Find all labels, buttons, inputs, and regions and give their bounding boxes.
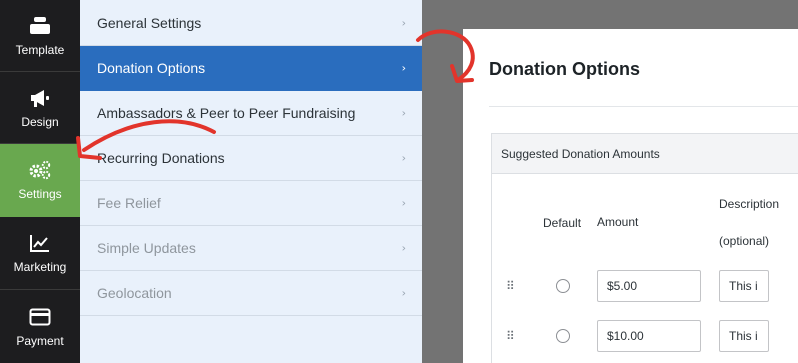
chevron-right-icon: › xyxy=(401,61,406,75)
gears-icon xyxy=(28,159,52,181)
rail-label-payment: Payment xyxy=(16,333,64,348)
donation-options-panel: Donation Options Suggested Donation Amou… xyxy=(463,29,798,363)
chevron-right-icon: › xyxy=(401,16,406,30)
menu-item-simple-updates[interactable]: Simple Updates › xyxy=(80,226,422,271)
rail-label-template: Template xyxy=(15,42,65,57)
chart-icon xyxy=(28,232,52,254)
rail-item-template[interactable]: Template xyxy=(0,0,80,72)
drag-handle-icon[interactable]: ⠿ xyxy=(506,279,515,293)
rail-item-settings[interactable]: Settings xyxy=(0,144,80,217)
menu-item-general-settings[interactable]: General Settings › xyxy=(80,1,422,46)
description-input[interactable]: This i xyxy=(719,320,769,352)
menu-item-geolocation[interactable]: Geolocation › xyxy=(80,271,422,316)
content-area: Donation Options Suggested Donation Amou… xyxy=(422,0,798,363)
menu-item-ambassadors[interactable]: Ambassadors & Peer to Peer Fundraising › xyxy=(80,91,422,136)
column-header-amount: Amount xyxy=(597,215,639,229)
builder-sidebar: Template Design Settings Marketing Payme… xyxy=(0,0,80,363)
menu-item-label: Fee Relief xyxy=(97,195,161,211)
megaphone-icon xyxy=(28,87,52,109)
description-input[interactable]: This i xyxy=(719,270,769,302)
chevron-right-icon: › xyxy=(401,106,406,120)
drag-handle-icon[interactable]: ⠿ xyxy=(506,329,515,343)
rail-label-design: Design xyxy=(21,114,59,129)
column-header-optional: (optional) xyxy=(719,234,770,248)
rail-label-settings: Settings xyxy=(18,187,62,201)
suggested-amounts-section: Suggested Donation Amounts Default Amoun… xyxy=(491,133,798,363)
menu-item-donation-options[interactable]: Donation Options › xyxy=(80,46,422,91)
section-title: Suggested Donation Amounts xyxy=(492,134,798,174)
amount-input[interactable]: $10.00 xyxy=(597,320,701,352)
chevron-right-icon: › xyxy=(401,286,406,300)
credit-card-icon xyxy=(28,306,52,328)
rail-label-marketing: Marketing xyxy=(13,260,67,274)
menu-item-label: Recurring Donations xyxy=(97,150,225,166)
divider xyxy=(489,106,798,107)
menu-item-label: Ambassadors & Peer to Peer Fundraising xyxy=(97,105,356,121)
chevron-right-icon: › xyxy=(401,241,406,255)
column-header-default: Default xyxy=(543,216,582,230)
chevron-right-icon: › xyxy=(401,151,406,165)
menu-item-recurring-donations[interactable]: Recurring Donations › xyxy=(80,136,422,181)
rail-item-marketing[interactable]: Marketing xyxy=(0,217,80,290)
default-radio[interactable] xyxy=(556,279,570,293)
column-header-description: Description xyxy=(719,197,780,211)
menu-item-label: Donation Options xyxy=(97,60,206,76)
default-radio[interactable] xyxy=(556,329,570,343)
menu-item-label: Geolocation xyxy=(97,285,172,301)
rail-item-payment[interactable]: Payment xyxy=(0,290,80,363)
rail-item-design[interactable]: Design xyxy=(0,72,80,144)
chevron-right-icon: › xyxy=(401,196,406,210)
template-icon xyxy=(28,15,52,37)
app-window: Template Design Settings Marketing Payme… xyxy=(0,0,798,363)
menu-item-label: General Settings xyxy=(97,15,202,31)
menu-item-fee-relief[interactable]: Fee Relief › xyxy=(80,181,422,226)
amount-input[interactable]: $5.00 xyxy=(597,270,701,302)
settings-menu: General Settings › Donation Options › Am… xyxy=(80,0,422,363)
panel-title: Donation Options xyxy=(489,59,640,79)
menu-item-label: Simple Updates xyxy=(97,240,196,256)
